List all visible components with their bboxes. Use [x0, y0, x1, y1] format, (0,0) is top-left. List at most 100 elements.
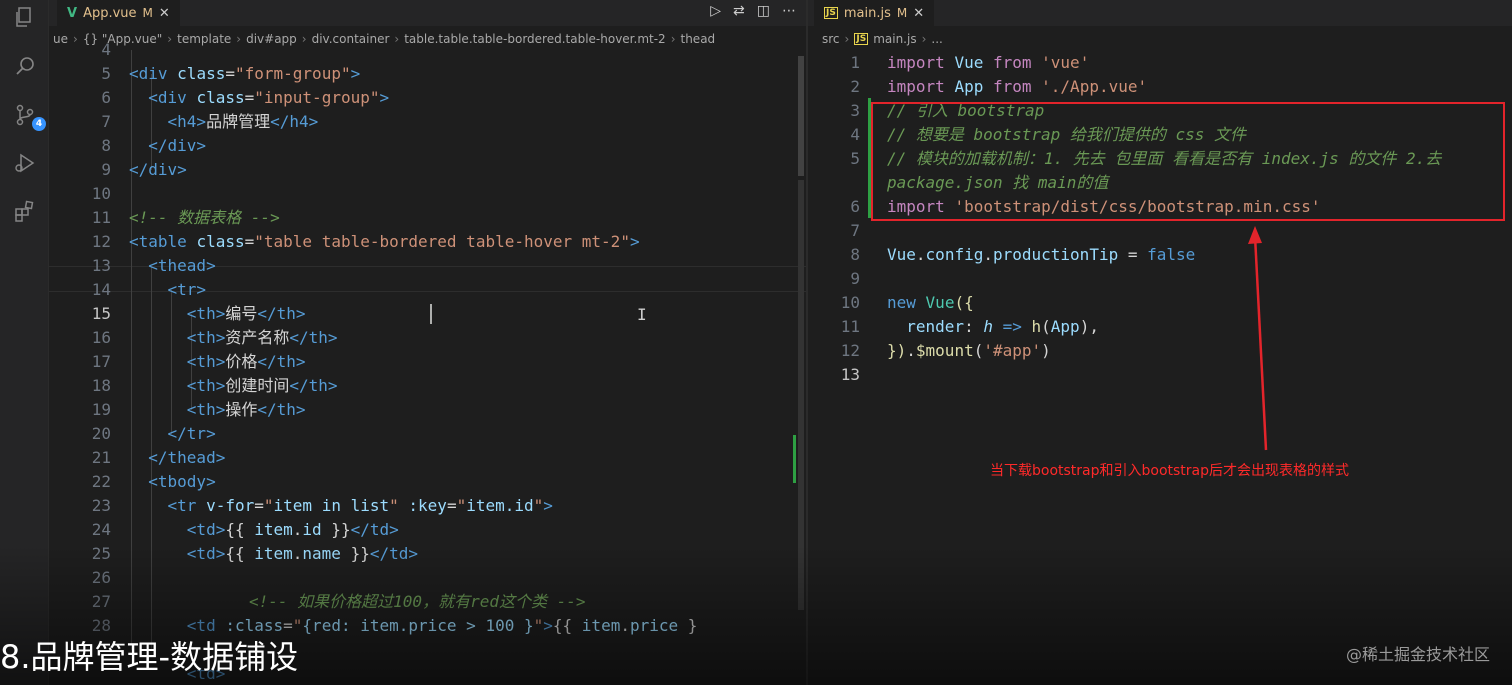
line-number: 16: [91, 328, 111, 347]
line-number: 5: [101, 64, 111, 83]
vertical-scrollbar-region[interactable]: [798, 180, 804, 610]
line-number: 1: [850, 53, 860, 72]
line-number: 22: [91, 472, 111, 491]
line-number: 21: [91, 448, 111, 467]
code-line: <th>创建时间</th>: [186, 376, 338, 395]
code-line: <td>{{ item.name }}</td>: [186, 544, 419, 563]
line-number: 6: [101, 88, 111, 107]
line-number: 20: [91, 424, 111, 443]
code-line: <div class="input-group">: [148, 88, 390, 107]
close-icon[interactable]: ✕: [913, 6, 924, 21]
js-file-icon: JS: [824, 7, 838, 19]
line-number: 7: [101, 112, 111, 131]
annotation-note: 当下载bootstrap和引入bootstrap后才会出现表格的样式: [990, 463, 1350, 479]
line-number: 24: [91, 520, 111, 539]
code-line: <th>操作</th>: [186, 400, 306, 419]
code-line: <tr>: [167, 280, 207, 299]
js-file-icon: JS: [854, 33, 869, 45]
tab-label: App.vue: [83, 5, 137, 21]
more-actions-icon[interactable]: ⋯: [782, 3, 796, 19]
line-number: 5: [850, 149, 860, 168]
line-number: 9: [101, 160, 111, 179]
line-number: 4: [101, 40, 111, 59]
close-icon[interactable]: ✕: [159, 6, 170, 21]
highlight-box: [871, 102, 1505, 221]
line-number: 14: [91, 280, 111, 299]
line-number: 25: [91, 544, 111, 563]
line-number: 6: [850, 197, 860, 216]
code-line: <div class="form-group">: [129, 64, 361, 83]
breadcrumb: src › JS main.js › ...: [822, 32, 943, 46]
code-comment: <!-- 如果价格超过100，就有red这个类 -->: [249, 592, 586, 611]
line-number: 12: [840, 341, 860, 360]
code-line: <h4>品牌管理</h4>: [167, 112, 319, 131]
code-line: render: h => h(App),: [906, 317, 1099, 336]
breadcrumb-item[interactable]: src: [822, 32, 840, 46]
code-comment: <!-- 数据表格 -->: [129, 208, 280, 227]
line-number: 2: [850, 77, 860, 96]
vertical-scrollbar[interactable]: [798, 56, 804, 176]
line-number: 15: [91, 304, 111, 323]
code-line: import App from './App.vue': [887, 77, 1148, 96]
line-number: 10: [91, 184, 111, 203]
line-number: 7: [850, 221, 860, 240]
tab-main-js[interactable]: JS main.js M ✕: [814, 0, 935, 26]
line-number: 18: [91, 376, 111, 395]
line-number: 3: [850, 101, 860, 120]
line-number: 26: [91, 568, 111, 587]
code-line: </tr>: [167, 424, 216, 443]
tab-app-vue[interactable]: V App.vue M ✕: [57, 0, 180, 26]
explorer-icon[interactable]: [14, 6, 36, 28]
split-editor-icon[interactable]: ◫: [757, 3, 770, 19]
annotation-arrow: [1248, 226, 1268, 451]
run-icon[interactable]: ▷: [710, 3, 721, 19]
text-caret: [430, 304, 432, 324]
code-line: new Vue({: [887, 293, 974, 312]
left-tab-bar: V App.vue M ✕ ▷ ⇄ ◫ ⋯: [49, 0, 806, 26]
code-line: <tbody>: [148, 472, 216, 491]
code-line: </thead>: [148, 448, 226, 467]
breadcrumb-item[interactable]: main.js: [873, 32, 916, 46]
line-number: 13: [91, 256, 111, 275]
modified-indicator: M: [142, 6, 153, 20]
code-line: <th>编号</th>: [186, 304, 306, 323]
modified-indicator: M: [896, 6, 908, 20]
line-number: 8: [850, 245, 860, 264]
code-line: <thead>: [148, 256, 216, 275]
right-tab-bar: JS main.js M ✕: [808, 0, 1512, 26]
code-line: <tr v-for="item in list" :key="item.id">: [167, 496, 553, 515]
app-vue-editor: V App.vue M ✕ ▷ ⇄ ◫ ⋯ ue › {} "App.vue" › …: [49, 0, 806, 685]
run-debug-icon[interactable]: [14, 152, 36, 174]
code-line: </div>: [148, 136, 207, 155]
line-number: 27: [91, 592, 111, 611]
search-icon[interactable]: [14, 55, 36, 77]
line-number: 9: [850, 269, 860, 288]
activity-bar: 4: [0, 0, 49, 685]
git-change-indicator: [793, 435, 796, 483]
source-control-badge: 4: [32, 117, 46, 131]
editor-actions: ▷ ⇄ ◫ ⋯: [710, 3, 796, 19]
code-line: Vue.config.productionTip = false: [887, 245, 1196, 264]
line-number: 13: [840, 365, 860, 384]
line-number: 10: [840, 293, 860, 312]
line-number: 19: [91, 400, 111, 419]
line-number: 8: [101, 136, 111, 155]
line-number: 23: [91, 496, 111, 515]
code-line: <table class="table table-bordered table…: [129, 232, 640, 251]
line-number: 11: [91, 208, 111, 227]
extensions-icon[interactable]: [14, 200, 36, 222]
code-line: </div>: [129, 160, 187, 179]
line-number: 11: [840, 317, 860, 336]
code-line: import Vue from 'vue': [887, 53, 1090, 72]
code-line: }).$mount('#app'): [887, 341, 1051, 360]
compare-changes-icon[interactable]: ⇄: [733, 3, 745, 19]
code-line: <td>{{ item.id }}</td>: [186, 520, 399, 539]
code-line: <th>资产名称</th>: [186, 328, 338, 347]
line-number: 12: [91, 232, 111, 251]
line-number: 4: [850, 125, 860, 144]
watermark: @稀土掘金技术社区: [1345, 645, 1490, 664]
breadcrumb-item[interactable]: ...: [931, 32, 942, 46]
line-number: 17: [91, 352, 111, 371]
mouse-cursor: I: [637, 305, 647, 324]
vue-file-icon: V: [67, 5, 78, 21]
